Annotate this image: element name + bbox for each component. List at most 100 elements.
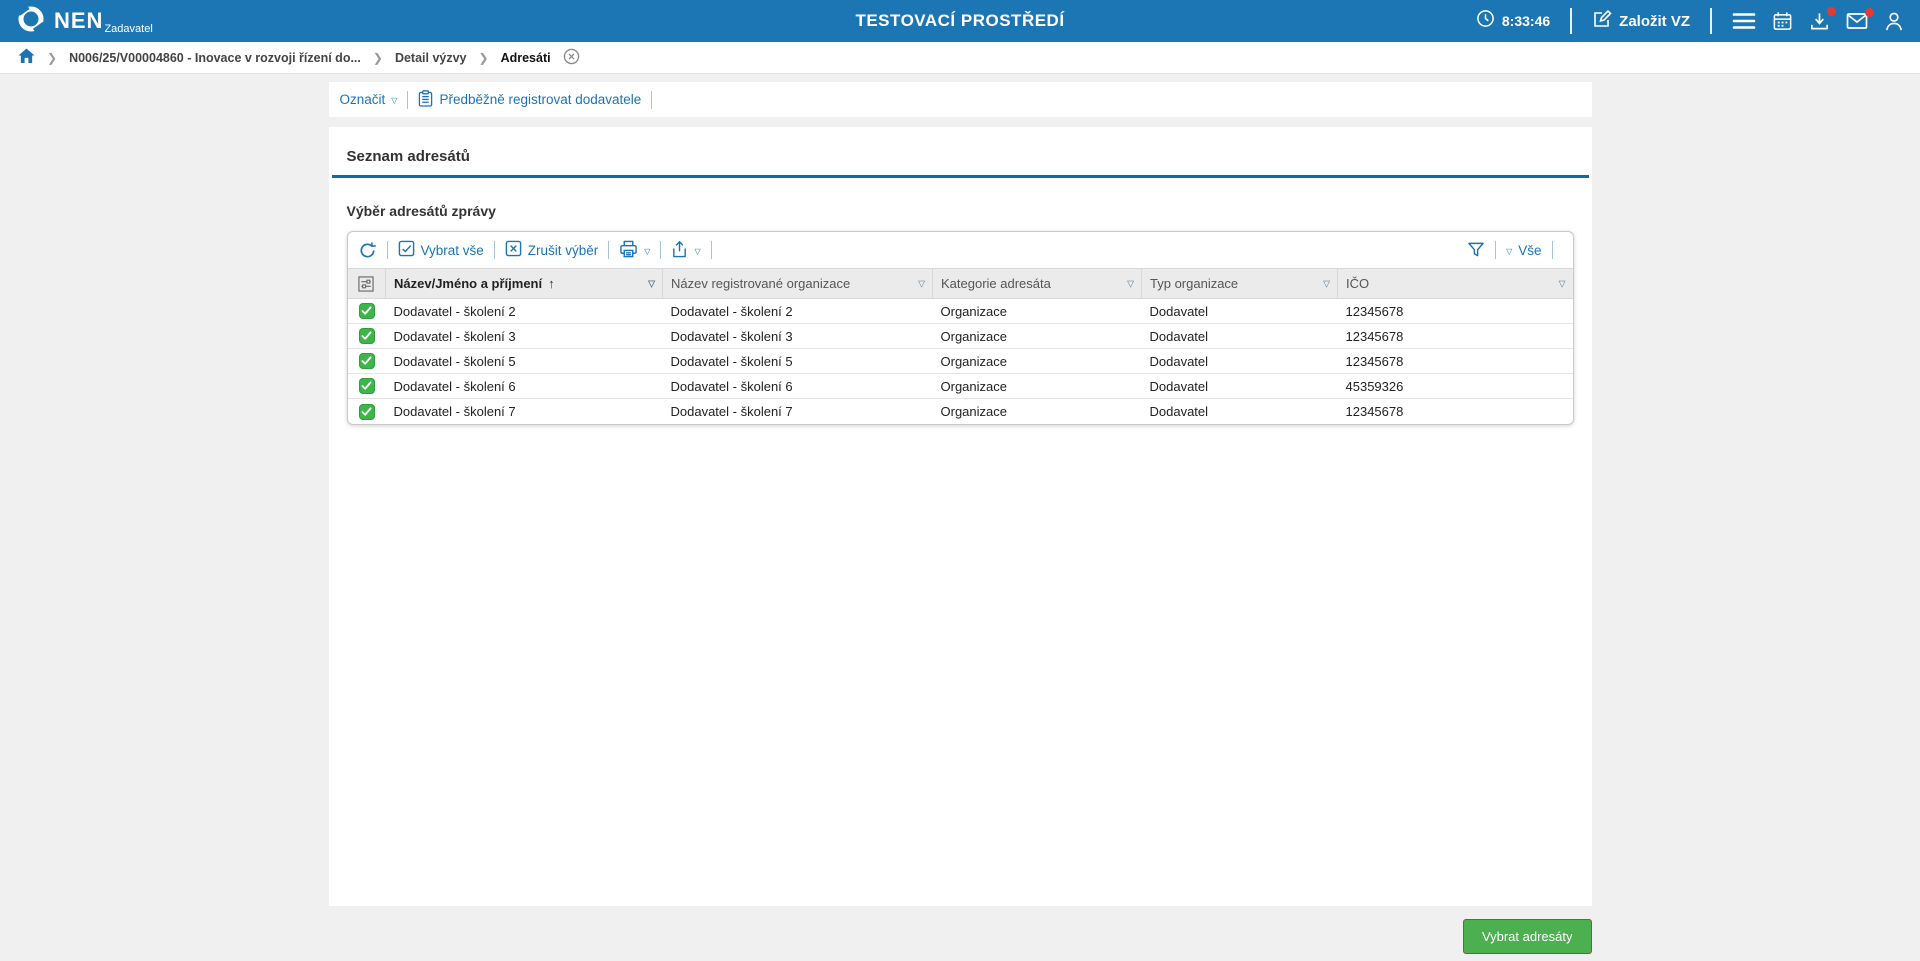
table-row[interactable]: Dodavatel - školení 2 Dodavatel - školen… — [348, 299, 1573, 324]
toolbar-divider — [711, 241, 712, 259]
column-label: Typ organizace — [1150, 276, 1238, 291]
row-checkbox-checked[interactable] — [359, 404, 375, 420]
cell-type: Dodavatel — [1142, 349, 1338, 374]
close-tab-icon[interactable] — [563, 48, 580, 68]
home-icon[interactable] — [18, 48, 35, 67]
filter-triangle-icon[interactable]: ▽ — [648, 278, 655, 289]
toolbar-divider — [651, 91, 652, 109]
filter-triangle-icon[interactable]: ▽ — [918, 278, 925, 289]
preregister-label: Předběžně registrovat dodavatele — [439, 92, 641, 107]
row-checkbox-checked[interactable] — [359, 378, 375, 394]
mail-icon[interactable] — [1846, 12, 1868, 30]
cell-ico: 45359326 — [1338, 374, 1573, 399]
breadcrumb: ❯ N006/25/V00004860 - Inovace v rozvoji … — [0, 42, 1920, 74]
table-row[interactable]: Dodavatel - školení 7 Dodavatel - školen… — [348, 399, 1573, 424]
cell-organization: Dodavatel - školení 7 — [663, 399, 933, 424]
environment-title: TESTOVACÍ PROSTŘEDÍ — [855, 11, 1064, 31]
column-header-name[interactable]: Název/Jméno a příjmení↑ ▽ — [386, 269, 663, 299]
breadcrumb-item-adresati: Adresáti — [501, 51, 551, 65]
select-all-label: Vybrat vše — [421, 243, 484, 258]
chevron-right-icon: ❯ — [479, 51, 489, 65]
filter-button[interactable] — [1467, 241, 1485, 259]
cell-category: Organizace — [933, 349, 1142, 374]
table-header-row: Název/Jméno a příjmení↑ ▽ Název registro… — [348, 269, 1573, 299]
column-header-ico[interactable]: IČO ▽ — [1338, 269, 1573, 299]
clipboard-icon — [418, 90, 433, 110]
mark-menu-button[interactable]: Označit ▽ — [340, 92, 398, 107]
column-label: Kategorie adresáta — [941, 276, 1051, 291]
column-label: Název registrované organizace — [671, 276, 850, 291]
footer-actions: Vybrat adresáty — [329, 919, 1592, 954]
topbar: NEN Zadavatel TESTOVACÍ PROSTŘEDÍ 8:33:4… — [0, 0, 1920, 42]
cell-category: Organizace — [933, 324, 1142, 349]
clock-widget: 8:33:46 — [1476, 9, 1550, 33]
column-header-organization[interactable]: Název registrované organizace ▽ — [663, 269, 933, 299]
cell-organization: Dodavatel - školení 3 — [663, 324, 933, 349]
select-all-button[interactable]: Vybrat vše — [398, 240, 484, 260]
dropdown-triangle-icon: ▽ — [644, 247, 650, 256]
toolbar-divider — [494, 241, 495, 259]
section-subtitle: Výběr adresátů zprávy — [329, 178, 1592, 231]
cell-name: Dodavatel - školení 6 — [386, 374, 663, 399]
menu-icon[interactable] — [1732, 12, 1756, 30]
row-checkbox-checked[interactable] — [359, 353, 375, 369]
downloads-icon[interactable] — [1809, 11, 1830, 32]
clear-selection-button[interactable]: Zrušit výběr — [505, 240, 599, 260]
row-checkbox-checked[interactable] — [359, 328, 375, 344]
column-settings-header[interactable] — [348, 269, 386, 299]
compose-icon — [1592, 9, 1612, 34]
printer-icon — [619, 240, 638, 261]
toolbar-divider — [407, 91, 408, 109]
cell-ico: 12345678 — [1338, 299, 1573, 324]
filter-triangle-icon[interactable]: ▽ — [1127, 278, 1134, 289]
toolbar-divider — [1552, 241, 1553, 259]
dropdown-triangle-icon: ▽ — [391, 96, 397, 105]
export-button[interactable]: ▽ — [671, 240, 700, 261]
brand-area[interactable]: NEN Zadavatel — [16, 4, 153, 39]
cell-category: Organizace — [933, 399, 1142, 424]
grid-toolbar: Vybrat vše Zrušit výběr — [348, 232, 1573, 268]
row-checkbox-checked[interactable] — [359, 303, 375, 319]
column-label: IČO — [1346, 276, 1369, 291]
print-button[interactable]: ▽ — [619, 240, 650, 261]
cell-organization: Dodavatel - školení 6 — [663, 374, 933, 399]
brand-role: Zadavatel — [104, 24, 152, 35]
preregister-supplier-button[interactable]: Předběžně registrovat dodavatele — [418, 90, 641, 110]
table-row[interactable]: Dodavatel - školení 3 Dodavatel - školen… — [348, 324, 1573, 349]
filter-triangle-icon[interactable]: ▽ — [1323, 278, 1330, 289]
filter-preset-label: Vše — [1518, 243, 1541, 258]
chevron-right-icon: ❯ — [47, 51, 57, 65]
checkbox-check-icon — [398, 240, 415, 260]
grid-toolbar-right: ▽ Vše — [1467, 241, 1562, 259]
cell-name: Dodavatel - školení 3 — [386, 324, 663, 349]
select-addressees-button[interactable]: Vybrat adresáty — [1463, 919, 1592, 954]
cell-ico: 12345678 — [1338, 349, 1573, 374]
calendar-icon[interactable] — [1772, 11, 1793, 32]
breadcrumb-item-detail[interactable]: Detail výzvy — [395, 51, 467, 65]
chevron-right-icon: ❯ — [373, 51, 383, 65]
filter-preset-dropdown[interactable]: ▽ Vše — [1506, 243, 1541, 258]
breadcrumb-item-procurement[interactable]: N006/25/V00004860 - Inovace v rozvoji ří… — [69, 51, 361, 65]
cell-type: Dodavatel — [1142, 374, 1338, 399]
column-header-type[interactable]: Typ organizace ▽ — [1142, 269, 1338, 299]
user-icon[interactable] — [1884, 11, 1904, 32]
column-header-category[interactable]: Kategorie adresáta ▽ — [933, 269, 1142, 299]
cell-category: Organizace — [933, 299, 1142, 324]
filter-triangle-icon[interactable]: ▽ — [1559, 278, 1566, 289]
downloads-badge — [1827, 7, 1836, 16]
cell-type: Dodavatel — [1142, 324, 1338, 349]
dropdown-triangle-icon: ▽ — [1506, 247, 1512, 256]
table-row[interactable]: Dodavatel - školení 6 Dodavatel - školen… — [348, 374, 1573, 399]
cell-name: Dodavatel - školení 2 — [386, 299, 663, 324]
refresh-button[interactable] — [358, 241, 377, 260]
nen-logo-icon — [16, 4, 46, 39]
mail-badge — [1865, 8, 1874, 17]
create-vz-button[interactable]: Založit VZ — [1592, 9, 1690, 34]
create-vz-label: Založit VZ — [1619, 13, 1690, 30]
mark-label: Označit — [340, 92, 386, 107]
column-settings-icon — [356, 276, 378, 292]
table-row[interactable]: Dodavatel - školení 5 Dodavatel - školen… — [348, 349, 1573, 374]
cell-ico: 12345678 — [1338, 399, 1573, 424]
action-bar: Označit ▽ Předběžně registrovat dodavate… — [329, 82, 1592, 117]
addressees-grid: Vybrat vše Zrušit výběr — [347, 231, 1574, 425]
